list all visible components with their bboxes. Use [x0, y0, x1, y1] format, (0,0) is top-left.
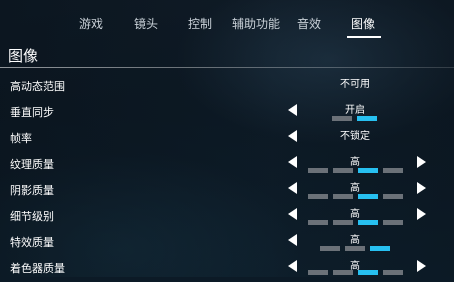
level-segment: [333, 168, 353, 173]
setting-value: 高: [350, 183, 360, 194]
setting-value: 不锁定: [340, 131, 370, 142]
setting-row-framerate[interactable]: 帧率 不锁定: [0, 126, 454, 152]
left-arrow-icon[interactable]: [288, 208, 297, 220]
setting-row-shader-quality[interactable]: 着色器质量 高: [0, 256, 454, 282]
section-divider: [0, 67, 454, 68]
setting-label: 细节级别: [10, 210, 54, 223]
setting-label: 高动态范围: [10, 80, 65, 93]
right-arrow-icon[interactable]: [417, 182, 426, 194]
level-segment: [320, 246, 340, 251]
setting-value: 高: [350, 209, 360, 220]
setting-row-texture-quality[interactable]: 纹理质量 高: [0, 152, 454, 178]
left-arrow-icon[interactable]: [288, 104, 297, 116]
setting-row-hdr: 高动态范围 不可用: [0, 74, 454, 100]
setting-value: 高: [350, 235, 360, 246]
level-segment: [358, 168, 378, 173]
level-segment: [308, 220, 328, 225]
level-segment: [333, 220, 353, 225]
active-tab-underline: [347, 36, 381, 38]
level-segment: [333, 194, 353, 199]
setting-row-shadow-quality[interactable]: 阴影质量 高: [0, 178, 454, 204]
setting-row-detail-level[interactable]: 细节级别 高: [0, 204, 454, 230]
left-arrow-icon[interactable]: [288, 260, 297, 272]
tab-accessibility[interactable]: 辅助功能: [232, 15, 280, 32]
level-segment: [308, 194, 328, 199]
setting-label: 特效质量: [10, 236, 54, 249]
left-arrow-icon[interactable]: [288, 234, 297, 246]
section-title: 图像: [8, 47, 39, 65]
right-arrow-icon[interactable]: [417, 260, 426, 272]
level-segment: [383, 270, 403, 275]
level-segment: [383, 194, 403, 199]
tab-camera[interactable]: 镜头: [134, 15, 158, 32]
right-arrow-icon[interactable]: [417, 208, 426, 220]
tab-audio[interactable]: 音效: [297, 15, 321, 32]
setting-label: 阴影质量: [10, 184, 54, 197]
level-segment: [358, 220, 378, 225]
settings-tab-bar: 游戏 镜头 控制 辅助功能 音效 图像: [0, 0, 454, 44]
setting-label: 垂直同步: [10, 106, 54, 119]
setting-label: 帧率: [10, 132, 32, 145]
setting-label: 着色器质量: [10, 262, 65, 275]
left-arrow-icon[interactable]: [288, 130, 297, 142]
tab-controls[interactable]: 控制: [188, 15, 212, 32]
level-segment: [383, 168, 403, 173]
level-segment: [332, 116, 352, 121]
setting-value: 开启: [345, 105, 365, 116]
level-segment: [370, 246, 390, 251]
setting-row-vsync[interactable]: 垂直同步 开启: [0, 100, 454, 126]
tab-graphics[interactable]: 图像: [351, 15, 375, 32]
setting-value: 不可用: [340, 79, 370, 90]
level-segment: [358, 270, 378, 275]
setting-value: 高: [350, 157, 360, 168]
tab-game[interactable]: 游戏: [79, 15, 103, 32]
left-arrow-icon[interactable]: [288, 182, 297, 194]
level-segment: [333, 270, 353, 275]
level-segment: [308, 270, 328, 275]
setting-row-effects-quality[interactable]: 特效质量 高: [0, 230, 454, 256]
level-segment: [345, 246, 365, 251]
level-segment: [357, 116, 377, 121]
setting-label: 纹理质量: [10, 158, 54, 171]
right-arrow-icon[interactable]: [417, 156, 426, 168]
left-arrow-icon[interactable]: [288, 156, 297, 168]
level-segment: [383, 220, 403, 225]
level-segment: [308, 168, 328, 173]
level-segment: [358, 194, 378, 199]
